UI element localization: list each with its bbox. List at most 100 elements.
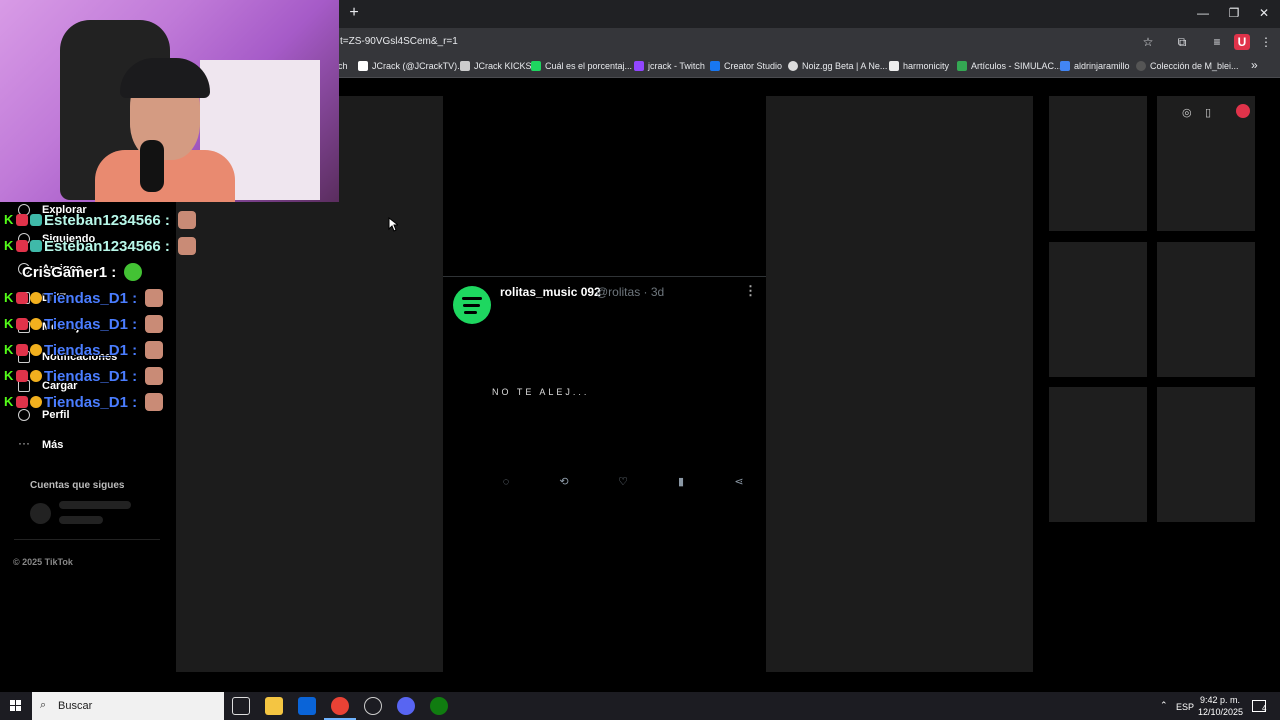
- bookmarks-overflow-button[interactable]: »: [1251, 58, 1258, 72]
- minimize-button[interactable]: —: [1188, 3, 1218, 23]
- video-thumbnail[interactable]: [1049, 242, 1147, 377]
- chat-username: Esteban1234566 :: [44, 237, 170, 255]
- chat-message: K Tiendas_D1 :: [4, 392, 164, 412]
- tweet-author-handle[interactable]: @rolitas · 3d: [596, 285, 664, 299]
- bookmark-item[interactable]: Colección de M_blei...: [1136, 61, 1239, 71]
- video-thumbnail[interactable]: [1157, 242, 1255, 377]
- badge-icon: [30, 240, 42, 252]
- kick-logo-icon: [460, 61, 470, 71]
- task-view-icon[interactable]: [232, 697, 250, 715]
- clock-time[interactable]: 9:42 p. m.: [1198, 695, 1242, 705]
- kick-icon: K: [4, 290, 14, 305]
- site-favicon-icon: [1060, 61, 1070, 71]
- emote-icon: [145, 315, 164, 333]
- app-icon[interactable]: [364, 697, 382, 715]
- user-avatar[interactable]: [1236, 104, 1250, 118]
- nav-mas[interactable]: Más: [42, 439, 63, 451]
- bookmark-item[interactable]: aldrinjaramillo: [1060, 61, 1130, 71]
- webcam-overlay: [0, 0, 339, 202]
- like-icon[interactable]: ♡: [616, 475, 630, 489]
- badge-icon: [30, 214, 42, 226]
- tweet-text: NO TE ALEJ...: [492, 387, 590, 397]
- name-placeholder: [59, 501, 131, 509]
- sub-badge-icon: [16, 214, 28, 226]
- reply-icon[interactable]: ◌: [499, 475, 513, 489]
- outlook-icon[interactable]: [298, 697, 316, 715]
- chat-message: K Tiendas_D1 :: [4, 288, 164, 308]
- chat-username: Tiendas_D1 :: [44, 341, 138, 359]
- emote-icon: [177, 211, 196, 229]
- views-icon[interactable]: ▮: [674, 475, 688, 489]
- more-dots-icon: ···: [18, 436, 30, 450]
- close-window-button[interactable]: ✕: [1249, 3, 1279, 23]
- clock-date[interactable]: 12/10/2025: [1198, 707, 1243, 717]
- bookmark-item[interactable]: JCrack KICKS: [460, 61, 532, 71]
- emote-icon: [145, 289, 164, 307]
- browser-menu-icon[interactable]: ⋮: [1258, 34, 1274, 50]
- retweet-icon[interactable]: ⟲: [557, 475, 571, 489]
- windows-start-icon[interactable]: [10, 700, 22, 712]
- emote-icon: [177, 237, 196, 255]
- kick-icon: K: [4, 316, 14, 331]
- bookmark-item[interactable]: Noiz.gg Beta | A Ne...: [788, 61, 887, 71]
- chat-message: CrisGamer1 :: [4, 262, 143, 282]
- chrome-icon[interactable]: [331, 697, 349, 715]
- microphone: [140, 140, 164, 192]
- media-control-icon[interactable]: ≡: [1209, 34, 1225, 50]
- notification-count: 4: [1262, 704, 1267, 713]
- restore-button[interactable]: ❐: [1219, 3, 1249, 23]
- chat-message: K Esteban1234566 :: [4, 236, 196, 256]
- emote-icon: [145, 341, 164, 359]
- language-indicator[interactable]: ESP: [1176, 702, 1194, 712]
- chat-username: Tiendas_D1 :: [44, 289, 138, 307]
- more-options-icon[interactable]: ⋮: [744, 283, 757, 299]
- spotify-avatar-icon[interactable]: [453, 286, 491, 324]
- bookmark-item[interactable]: Artículos - SIMULAC...: [957, 61, 1062, 71]
- site-favicon-icon: [889, 61, 899, 71]
- profile-avatar[interactable]: U: [1234, 34, 1250, 50]
- discord-icon[interactable]: [397, 697, 415, 715]
- bookmark-item[interactable]: ch: [338, 61, 348, 71]
- share-icon[interactable]: ⋖: [732, 475, 746, 489]
- sub-badge-icon: [16, 344, 28, 356]
- bookmark-item[interactable]: jcrack - Twitch: [634, 61, 705, 71]
- badge-icon: [30, 318, 42, 330]
- chevron-up-icon[interactable]: ⌃: [1160, 700, 1168, 711]
- chat-username: Tiendas_D1 :: [44, 393, 138, 411]
- avatar-placeholder: [30, 503, 51, 524]
- search-icon: ⌕: [40, 699, 47, 711]
- file-explorer-icon[interactable]: [265, 697, 283, 715]
- twitch-logo-icon: [634, 61, 644, 71]
- sub-badge-icon: [16, 292, 28, 304]
- site-favicon-icon: [531, 61, 541, 71]
- bookmark-item[interactable]: Creator Studio: [710, 61, 782, 71]
- taskbar-search[interactable]: ⌕ Buscar: [32, 692, 224, 720]
- chat-username: Tiendas_D1 :: [44, 367, 138, 385]
- xbox-icon[interactable]: [430, 697, 448, 715]
- badge-icon: [30, 396, 42, 408]
- new-tab-button[interactable]: +: [346, 4, 362, 22]
- chat-message: K Tiendas_D1 :: [4, 314, 164, 334]
- chat-username: CrisGamer1 :: [22, 263, 117, 281]
- extensions-icon[interactable]: ⧉: [1174, 34, 1190, 50]
- noiz-logo-icon: [788, 61, 798, 71]
- phone-icon[interactable]: ▯: [1205, 106, 1211, 119]
- video-thumbnail[interactable]: [1049, 387, 1147, 522]
- video-thumbnail[interactable]: [1157, 387, 1255, 522]
- url-field[interactable]: t=ZS-90VGsl4SCem&_r=1: [340, 36, 458, 47]
- chat-message: K Tiendas_D1 :: [4, 340, 164, 360]
- name-placeholder: [59, 516, 103, 524]
- x-logo-icon: [358, 61, 368, 71]
- divider: [14, 539, 160, 540]
- taskbar: ⌕ Buscar ⌃ ESP 9:42 p. m. 12/10/2025 4: [0, 692, 1280, 720]
- bookmark-item[interactable]: Cuál es el porcentaj...: [531, 61, 632, 71]
- bookmark-item[interactable]: harmonicity: [889, 61, 949, 71]
- sub-badge-icon: [16, 370, 28, 382]
- tweet-author-name[interactable]: rolitas_music 092: [500, 285, 601, 299]
- bookmark-star-icon[interactable]: ☆: [1140, 34, 1156, 50]
- chat-message: K Tiendas_D1 :: [4, 366, 164, 386]
- video-thumbnail[interactable]: [1049, 96, 1147, 231]
- compass-icon[interactable]: ◎: [1182, 106, 1192, 119]
- chat-message: K Esteban1234566 :: [4, 210, 196, 230]
- bookmark-item[interactable]: JCrack (@JCrackTV)...: [358, 61, 465, 71]
